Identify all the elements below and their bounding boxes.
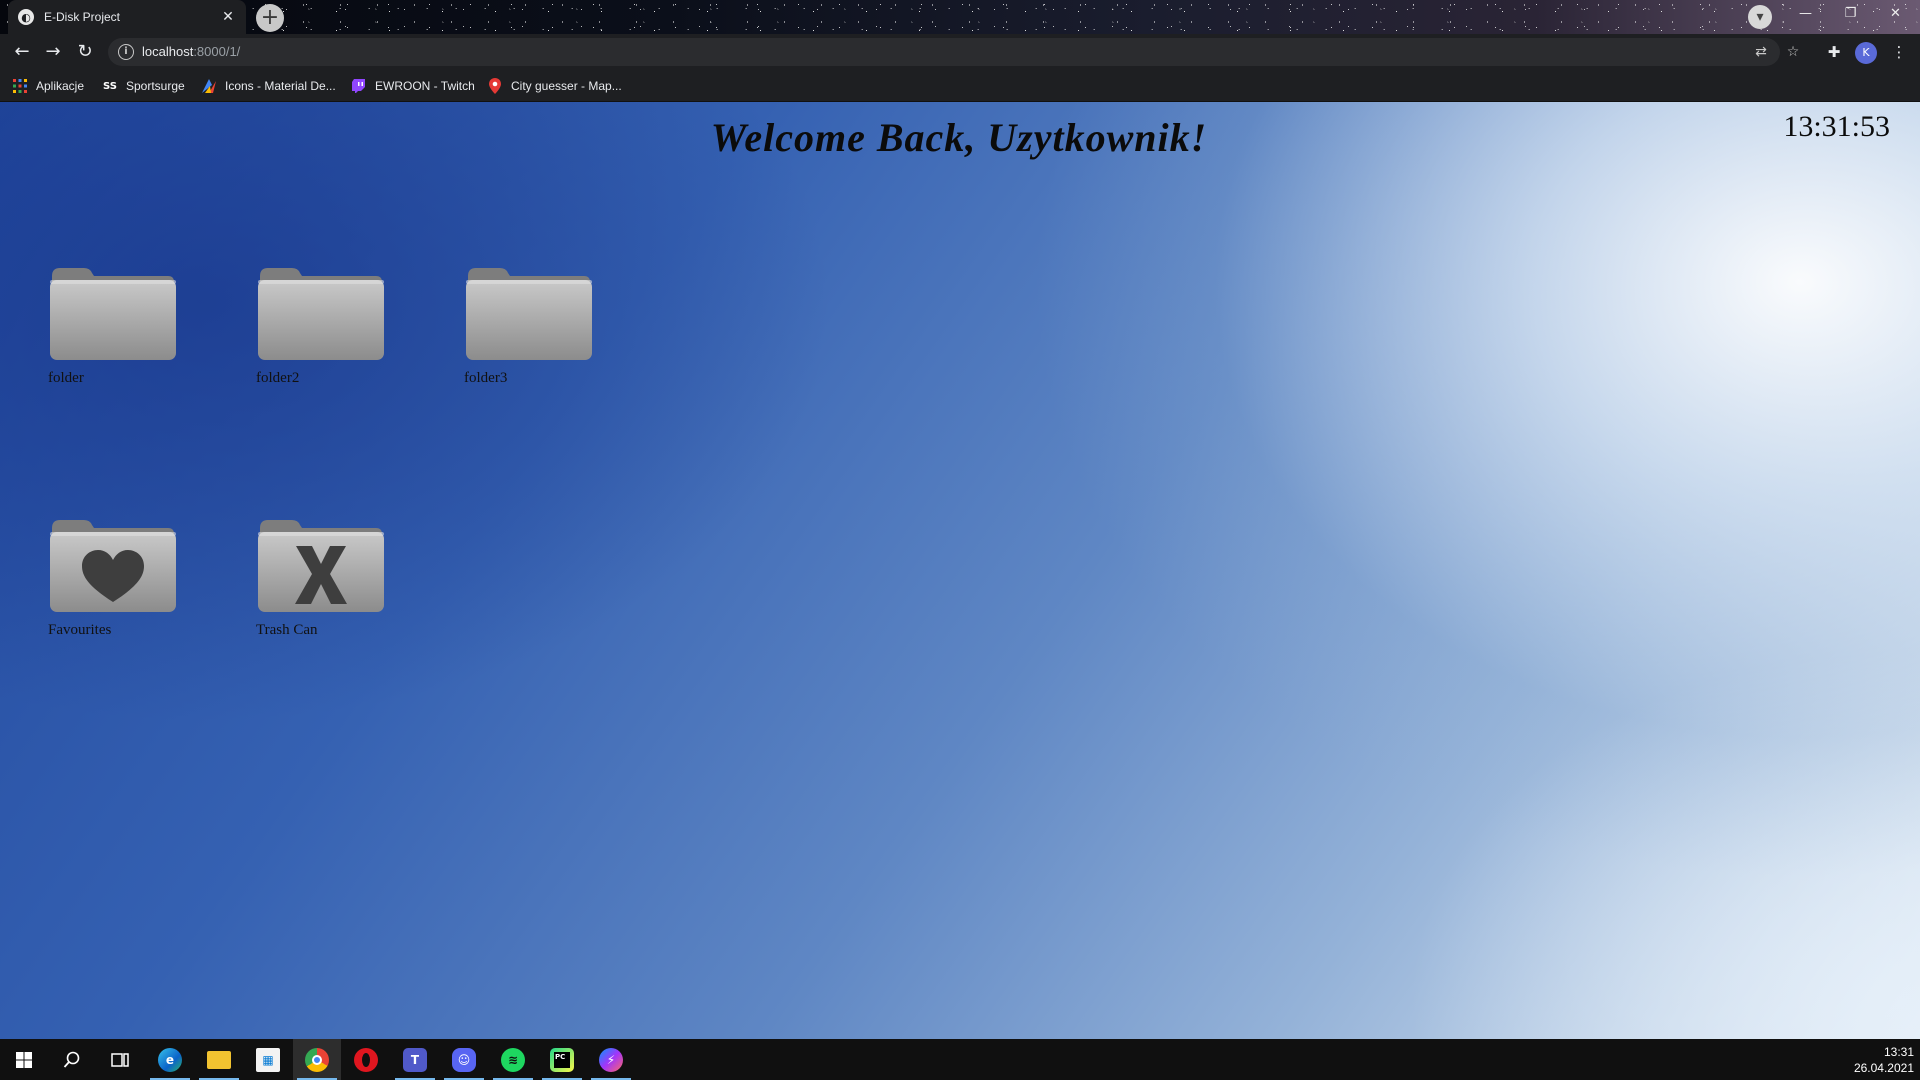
browser-toolbar: ← → ↻ i localhost:8000/1/ ⇄ ☆ ✚ K ⋮ [0, 34, 1920, 70]
trash-can-folder[interactable]: Trash Can [256, 516, 388, 639]
url-host: localhost [142, 44, 194, 59]
tab-search-icon[interactable]: ▾ [1748, 5, 1772, 29]
bookmark-label: Aplikacje [36, 79, 85, 93]
bookmark-label: Icons - Material De... [225, 79, 336, 93]
browser-tab-active[interactable]: ◐ E-Disk Project ✕ [8, 0, 246, 34]
forward-arrow-icon[interactable]: → [41, 40, 65, 64]
pycharm-icon[interactable]: PC [538, 1039, 586, 1080]
restore-icon[interactable]: ❐ [1828, 0, 1873, 30]
translate-icon[interactable]: ⇄ [1752, 43, 1770, 61]
profile-avatar[interactable]: K [1855, 42, 1877, 64]
browser-tab-strip: ◐ E-Disk Project ✕ + ▾ — ❐ ✕ [0, 0, 1920, 34]
reload-icon[interactable]: ↻ [73, 40, 97, 64]
bookmark-aplikacje[interactable]: Aplikacje [12, 77, 84, 95]
bookmark-label: Sportsurge [126, 79, 185, 93]
messenger-icon[interactable]: ⚡ [587, 1039, 635, 1080]
store-icon[interactable]: ▦ [244, 1039, 292, 1080]
folder-label: folder2 [256, 370, 300, 386]
apps-grid-icon [12, 78, 28, 94]
info-icon[interactable]: i [118, 44, 134, 60]
bookmark-label: City guesser - Map... [511, 79, 622, 93]
back-arrow-icon[interactable]: ← [10, 40, 34, 64]
search-icon[interactable] [48, 1039, 96, 1080]
minimize-icon[interactable]: — [1783, 0, 1828, 30]
map-pin-icon [487, 78, 503, 94]
spotify-icon[interactable]: ≋ [489, 1039, 537, 1080]
folder-icon [258, 268, 384, 360]
system-clock[interactable]: 13:31 26.04.2021 [1854, 1044, 1914, 1076]
file-explorer-icon[interactable] [195, 1039, 243, 1080]
bookmarks-bar: Aplikacje SS Sportsurge Icons - Material… [0, 70, 1920, 102]
address-url[interactable]: localhost:8000/1/ [142, 44, 240, 59]
system-time: 13:31 [1883, 1045, 1914, 1059]
task-view-icon[interactable] [96, 1039, 144, 1080]
clock: 13:31:53 [1783, 110, 1890, 143]
menu-dots-icon[interactable]: ⋮ [1888, 41, 1910, 63]
folder-item[interactable]: folder3 [464, 264, 596, 387]
close-window-icon[interactable]: ✕ [1873, 0, 1918, 30]
windows-taskbar: e ▦ T ☺ ≋ PC ⚡ 13:31 26.04.2021 [0, 1039, 1920, 1080]
edge-icon[interactable]: e [146, 1039, 194, 1080]
trash-can-label: Trash Can [256, 622, 318, 638]
chrome-icon[interactable] [293, 1039, 341, 1080]
tab-title: E-Disk Project [44, 10, 121, 24]
favourites-folder[interactable]: Favourites [48, 516, 180, 639]
discord-icon[interactable]: ☺ [440, 1039, 488, 1080]
folder-label: folder [48, 370, 84, 386]
x-folder-icon [258, 520, 384, 612]
opera-icon[interactable] [342, 1039, 390, 1080]
teams-icon[interactable]: T [391, 1039, 439, 1080]
folder-icon [50, 268, 176, 360]
address-bar[interactable]: i localhost:8000/1/ ⇄ ☆ [108, 38, 1799, 66]
bookmark-sportsurge[interactable]: SS Sportsurge [102, 77, 185, 95]
bookmark-label: EWROON - Twitch [375, 79, 475, 93]
twitch-icon [351, 78, 367, 94]
folder-item[interactable]: folder2 [256, 264, 388, 387]
heart-folder-icon [50, 520, 176, 612]
bookmark-city-guesser[interactable]: City guesser - Map... [487, 77, 622, 95]
bookmark-star-icon[interactable]: ☆ [1784, 43, 1802, 61]
globe-icon: ◐ [18, 9, 34, 25]
folder-icon [466, 268, 592, 360]
bookmark-material-icons[interactable]: Icons - Material De... [201, 77, 336, 95]
favourites-label: Favourites [48, 622, 112, 638]
material-design-icon [201, 78, 217, 94]
folder-item[interactable]: folder [48, 264, 180, 387]
ss-logo-icon: SS [103, 80, 117, 92]
new-tab-button[interactable]: + [256, 4, 284, 32]
url-path: :8000/1/ [193, 44, 241, 59]
tab-close-icon[interactable]: ✕ [220, 9, 236, 25]
system-date: 26.04.2021 [1853, 1061, 1914, 1075]
windows-start-icon[interactable] [0, 1039, 48, 1080]
page-content: Welcome Back, Uzytkownik! 13:31:53 folde… [0, 102, 1920, 1039]
welcome-heading: Welcome Back, Uzytkownik! [710, 115, 1208, 160]
folder-label: folder3 [464, 370, 508, 386]
bookmark-twitch[interactable]: EWROON - Twitch [351, 77, 475, 95]
extensions-puzzle-icon[interactable]: ✚ [1823, 41, 1845, 63]
